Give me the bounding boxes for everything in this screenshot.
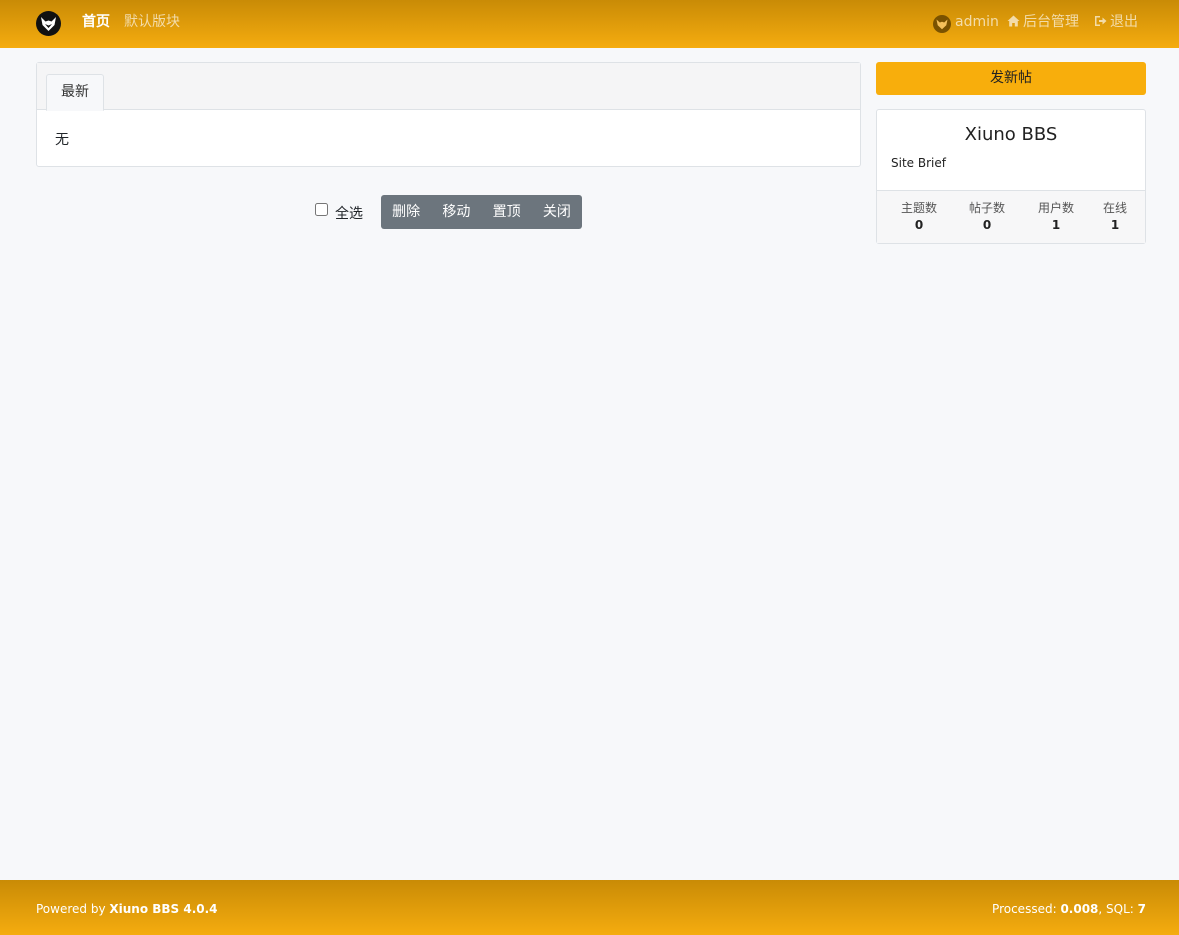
fox-logo-icon[interactable]: [36, 11, 61, 36]
stat-value: 0: [982, 218, 992, 232]
stat-label: 用户数: [1037, 201, 1074, 215]
logout-link[interactable]: 退出: [1094, 13, 1138, 31]
powered-by: Powered by Xiuno BBS 4.0.4: [36, 902, 218, 916]
stat-value: 0: [914, 218, 924, 232]
stat-threads: 主题数 0: [889, 200, 949, 234]
thread-list-panel: 最新 无: [36, 62, 861, 167]
stat-label: 主题数: [900, 201, 937, 215]
fox-avatar-icon[interactable]: [933, 15, 951, 33]
sign-out-icon: [1095, 16, 1107, 26]
select-all-checkbox[interactable]: [315, 203, 328, 216]
delete-button[interactable]: 删除: [381, 195, 431, 229]
sticky-button[interactable]: 置顶: [482, 195, 532, 229]
empty-thread-text: 无: [55, 132, 69, 148]
site-name: Xiuno BBS: [964, 124, 1058, 145]
sql-prefix: , SQL:: [1098, 902, 1138, 916]
site-stats: 主题数 0 帖子数 0 用户数 1 在线 1: [877, 190, 1145, 243]
move-button[interactable]: 移动: [431, 195, 481, 229]
new-post-button[interactable]: 发新帖: [876, 62, 1146, 95]
admin-panel-link[interactable]: 后台管理: [1007, 13, 1079, 31]
processed-value: 0.008: [1060, 902, 1099, 916]
stat-posts: 帖子数 0: [957, 200, 1017, 234]
logout-label: 退出: [1110, 14, 1138, 30]
thread-list-header: 最新: [37, 63, 860, 111]
tab-latest[interactable]: 最新: [46, 74, 104, 111]
stat-value: 1: [1051, 218, 1061, 232]
powered-prefix: Powered by: [36, 902, 110, 916]
admin-panel-label: 后台管理: [1023, 14, 1079, 30]
stat-online: 在线 1: [1085, 200, 1145, 234]
page-footer: Powered by Xiuno BBS 4.0.4 Processed: 0.…: [0, 880, 1179, 935]
processing-info: Processed: 0.008, SQL: 7: [992, 902, 1146, 916]
stat-value: 1: [1110, 218, 1120, 232]
site-brief: Site Brief: [891, 156, 946, 170]
user-name-link[interactable]: admin: [955, 13, 999, 31]
processed-prefix: Processed:: [992, 902, 1061, 916]
nav-default-forum[interactable]: 默认版块: [124, 13, 180, 31]
powered-link[interactable]: Xiuno BBS 4.0.4: [109, 902, 217, 916]
stat-label: 在线: [1102, 201, 1127, 215]
close-button[interactable]: 关闭: [532, 195, 582, 229]
top-navbar: 首页 默认版块 admin 后台管理 退出: [0, 0, 1179, 48]
stat-users: 用户数 1: [1026, 200, 1086, 234]
home-icon: [1007, 15, 1020, 27]
moderation-button-group: 删除 移动 置顶 关闭: [381, 195, 582, 229]
select-all-label[interactable]: 全选: [335, 203, 363, 223]
nav-home[interactable]: 首页: [82, 13, 110, 31]
stat-label: 帖子数: [968, 201, 1005, 215]
site-info-card: Xiuno BBS Site Brief 主题数 0 帖子数 0 用户数 1 在…: [876, 109, 1146, 244]
sql-value: 7: [1137, 902, 1146, 916]
